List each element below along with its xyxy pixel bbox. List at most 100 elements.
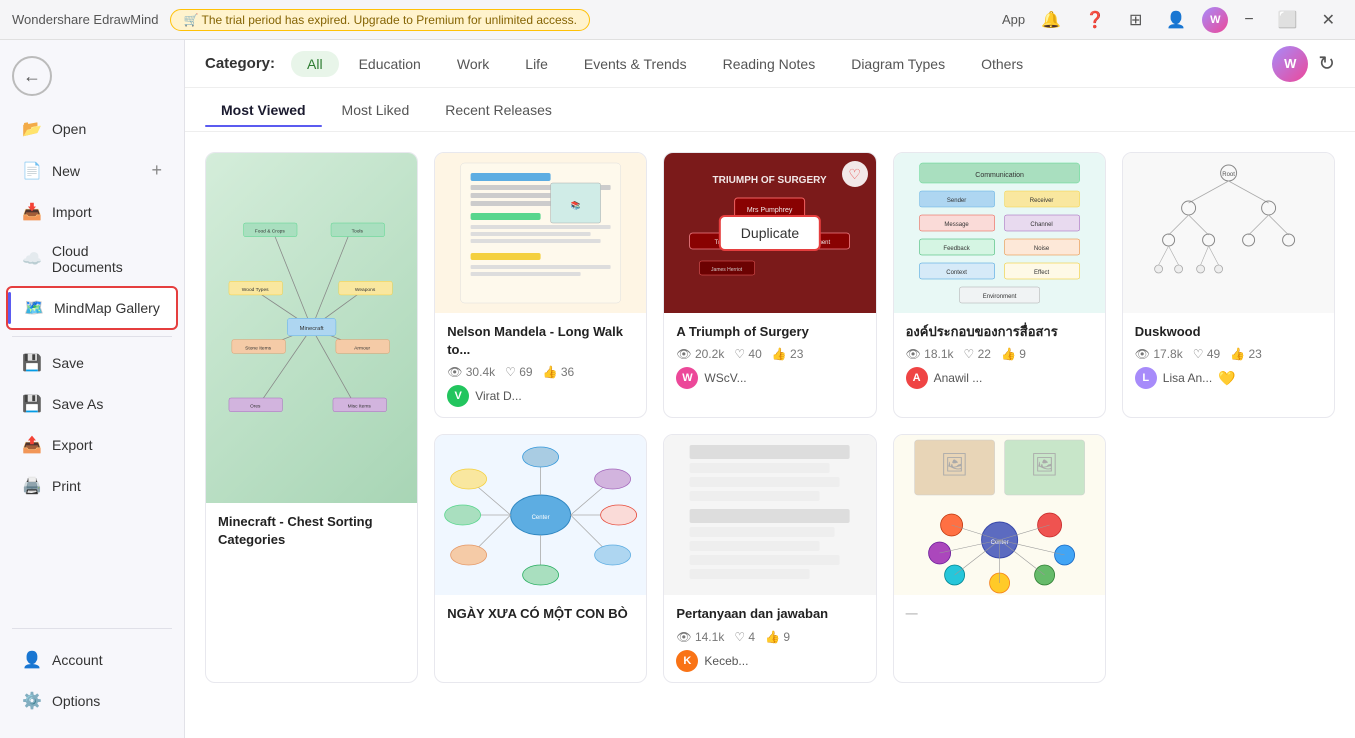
svg-text:Effect: Effect bbox=[1034, 270, 1050, 276]
author-avatar-nelson: V bbox=[447, 385, 469, 407]
card-body-nelson: Nelson Mandela - Long Walk to... 👁 30.4k… bbox=[435, 313, 646, 417]
card-author-surgery: W WScV... bbox=[676, 367, 863, 389]
main-layout: ← 📂 Open 📄 New + 📥 Import ☁️ Cloud Docum… bbox=[0, 40, 1355, 738]
card-nelson[interactable]: 📚 Nelson Mandela - Long Walk to... 👁 30.… bbox=[434, 152, 647, 418]
card-ngay[interactable]: Center bbox=[434, 434, 647, 682]
sidebar-item-print[interactable]: 🖨️ Print bbox=[6, 466, 178, 506]
card-stats-duskwood: 👁 17.8k ♡ 49 👍 23 bbox=[1135, 347, 1322, 361]
sidebar-item-cloud[interactable]: ☁️ Cloud Documents bbox=[6, 233, 178, 285]
likes-org: ♡ 22 bbox=[964, 347, 991, 361]
gallery-icon: 🗺️ bbox=[24, 298, 44, 318]
category-events[interactable]: Events & Trends bbox=[568, 51, 703, 77]
sidebar-item-save[interactable]: 💾 Save bbox=[6, 343, 178, 383]
sidebar-item-export[interactable]: 📤 Export bbox=[6, 425, 178, 465]
card-colorful[interactable]: 🖼 🖼 Center bbox=[893, 434, 1106, 682]
duplicate-overlay[interactable]: Duplicate bbox=[719, 215, 821, 251]
sidebar-item-import[interactable]: 📥 Import bbox=[6, 192, 178, 232]
upgrade-badge[interactable]: 🛒 The trial period has expired. Upgrade … bbox=[170, 9, 590, 31]
likes-duskwood: ♡ 49 bbox=[1193, 347, 1220, 361]
card-duskwood[interactable]: Root bbox=[1122, 152, 1335, 418]
card-thumb-duskwood: Root bbox=[1123, 153, 1334, 313]
svg-text:Mrs Pumphrey: Mrs Pumphrey bbox=[747, 207, 793, 214]
maximize-button[interactable]: ⬜ bbox=[1270, 8, 1306, 32]
top-nav-right: W ↻ bbox=[1272, 46, 1335, 82]
card-body-pertanyaan: Pertanyaan dan jawaban 👁 14.1k ♡ 4 👍 9 K… bbox=[664, 595, 875, 681]
svg-text:Tools: Tools bbox=[352, 229, 364, 235]
category-education[interactable]: Education bbox=[343, 51, 437, 77]
svg-text:Misc Items: Misc Items bbox=[348, 404, 372, 410]
card-author-org: A Anawil ... bbox=[906, 367, 1093, 389]
svg-text:📚: 📚 bbox=[571, 201, 581, 210]
notification-icon[interactable]: 🔔 bbox=[1033, 8, 1069, 32]
card-title-surgery: A Triumph of Surgery bbox=[676, 323, 863, 341]
views-pertanyaan: 👁 14.1k bbox=[676, 630, 724, 644]
tab-bar: Most Viewed Most Liked Recent Releases bbox=[185, 88, 1355, 132]
user-avatar[interactable]: W bbox=[1202, 7, 1228, 33]
card-body-minecraft: Minecraft - Chest Sorting Categories bbox=[206, 503, 417, 565]
help-icon[interactable]: ❓ bbox=[1077, 8, 1113, 32]
refresh-button[interactable]: ↻ bbox=[1318, 51, 1335, 76]
card-title-minecraft: Minecraft - Chest Sorting Categories bbox=[218, 513, 405, 549]
gallery-container[interactable]: Minecraft Food & Crops Wood Types Stone … bbox=[185, 132, 1355, 738]
card-author-duskwood: L Lisa An... 💛 bbox=[1135, 367, 1322, 389]
card-minecraft[interactable]: Minecraft Food & Crops Wood Types Stone … bbox=[205, 152, 418, 683]
card-author-nelson: V Virat D... bbox=[447, 385, 634, 407]
likes-nelson: ♡ 69 bbox=[505, 365, 532, 379]
sidebar-top: ← bbox=[0, 48, 184, 104]
svg-text:Environment: Environment bbox=[982, 294, 1016, 300]
card-thumb-colorful: 🖼 🖼 Center bbox=[894, 435, 1105, 595]
plus-icon: + bbox=[151, 160, 162, 181]
user-avatar-large[interactable]: W bbox=[1272, 46, 1308, 82]
author-avatar-surgery: W bbox=[676, 367, 698, 389]
gallery-grid: Minecraft Food & Crops Wood Types Stone … bbox=[205, 152, 1335, 683]
sidebar-label-gallery: MindMap Gallery bbox=[54, 300, 160, 316]
card-thumb-pertanyaan bbox=[664, 435, 875, 595]
views-surgery: 👁 20.2k bbox=[676, 347, 724, 361]
card-surgery[interactable]: Duplicate ♡ TRIUMPH OF SURGERY Mrs Pumph… bbox=[663, 152, 876, 418]
card-body-org: องค์ประกอบของการสื่อสาร 👁 18.1k ♡ 22 👍 9… bbox=[894, 313, 1105, 399]
tab-most-liked[interactable]: Most Liked bbox=[326, 94, 426, 126]
svg-text:James Herriot: James Herriot bbox=[711, 267, 743, 273]
account-icon: 👤 bbox=[22, 650, 42, 670]
views-nelson: 👁 30.4k bbox=[447, 365, 495, 379]
close-button[interactable]: ✕ bbox=[1314, 8, 1343, 32]
card-pertanyaan[interactable]: Pertanyaan dan jawaban 👁 14.1k ♡ 4 👍 9 K… bbox=[663, 434, 876, 682]
gold-badge-duskwood: 💛 bbox=[1218, 370, 1235, 387]
author-name-surgery: WScV... bbox=[704, 371, 746, 385]
print-icon: 🖨️ bbox=[22, 476, 42, 496]
tab-recent[interactable]: Recent Releases bbox=[429, 94, 568, 126]
minimize-button[interactable]: − bbox=[1236, 9, 1261, 31]
category-work[interactable]: Work bbox=[441, 51, 505, 77]
category-diagram[interactable]: Diagram Types bbox=[835, 51, 961, 77]
card-org[interactable]: Communication Sender Receiver Message Ch… bbox=[893, 152, 1106, 418]
author-name-org: Anawil ... bbox=[934, 371, 983, 385]
saveas-icon: 💾 bbox=[22, 394, 42, 414]
sidebar-item-saveas[interactable]: 💾 Save As bbox=[6, 384, 178, 424]
user-icon[interactable]: 👤 bbox=[1158, 8, 1194, 32]
sidebar: ← 📂 Open 📄 New + 📥 Import ☁️ Cloud Docum… bbox=[0, 40, 185, 738]
sidebar-item-account[interactable]: 👤 Account bbox=[6, 640, 178, 680]
cloud-icon: ☁️ bbox=[22, 249, 42, 269]
author-name-duskwood: Lisa An... bbox=[1163, 371, 1212, 385]
category-section: Category: All Education Work Life Events… bbox=[205, 51, 1039, 77]
content-area: Category: All Education Work Life Events… bbox=[185, 40, 1355, 738]
comments-surgery: 👍 23 bbox=[772, 347, 804, 361]
author-name-nelson: Virat D... bbox=[475, 389, 521, 403]
back-button[interactable]: ← bbox=[12, 56, 52, 96]
card-thumb-nelson: 📚 bbox=[435, 153, 646, 313]
card-title-org: องค์ประกอบของการสื่อสาร bbox=[906, 323, 1093, 341]
card-stats-surgery: 👁 20.2k ♡ 40 👍 23 bbox=[676, 347, 863, 361]
category-all[interactable]: All bbox=[291, 51, 339, 77]
author-name-pertanyaan: Keceb... bbox=[704, 654, 748, 668]
svg-text:Minecraft: Minecraft bbox=[300, 326, 324, 332]
tab-most-viewed[interactable]: Most Viewed bbox=[205, 94, 322, 126]
sidebar-item-gallery[interactable]: 🗺️ MindMap Gallery bbox=[6, 286, 178, 330]
sidebar-item-new[interactable]: 📄 New + bbox=[6, 150, 178, 191]
category-reading[interactable]: Reading Notes bbox=[707, 51, 832, 77]
category-life[interactable]: Life bbox=[509, 51, 564, 77]
sidebar-item-open[interactable]: 📂 Open bbox=[6, 109, 178, 149]
apps-icon[interactable]: ⊞ bbox=[1121, 8, 1150, 32]
sidebar-label-import: Import bbox=[52, 204, 92, 220]
sidebar-item-options[interactable]: ⚙️ Options bbox=[6, 681, 178, 721]
category-others[interactable]: Others bbox=[965, 51, 1039, 77]
